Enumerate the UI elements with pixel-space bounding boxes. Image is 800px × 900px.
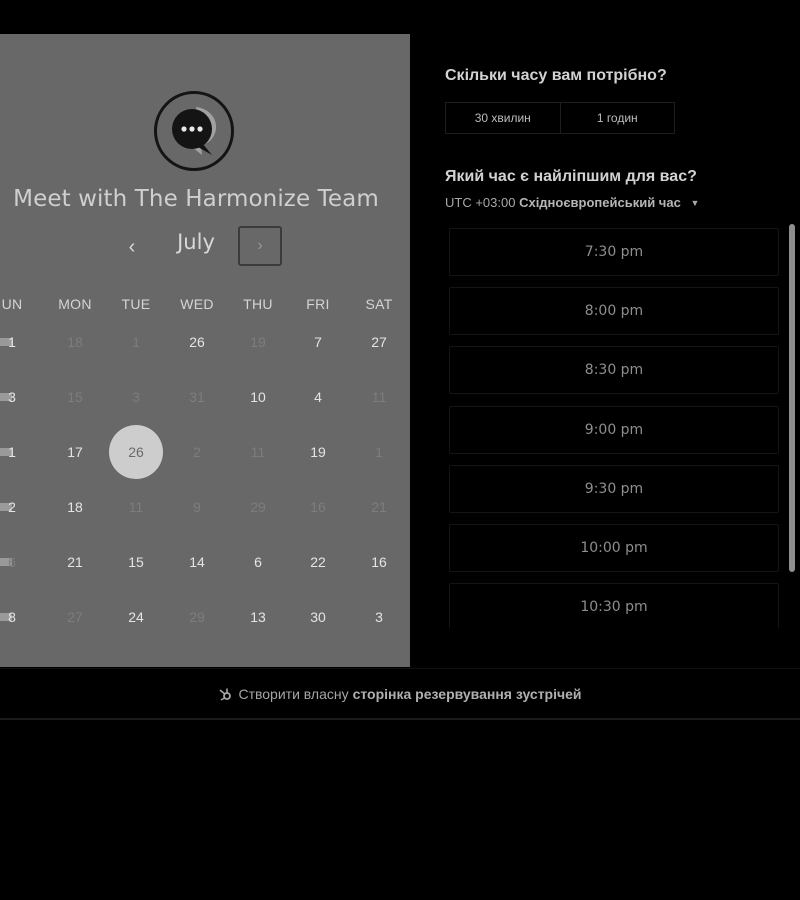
calendar-day: 11	[250, 444, 266, 460]
calendar-day: 16	[310, 499, 326, 515]
calendar-day: 1	[132, 334, 140, 350]
calendar-day[interactable]: 30	[291, 590, 345, 644]
calendar-day[interactable]: 1	[0, 315, 39, 369]
calendar-day[interactable]: 4	[291, 370, 345, 424]
calendar-day[interactable]: 7	[291, 315, 345, 369]
chevron-down-icon: ▼	[690, 198, 700, 208]
calendar-day[interactable]: 1	[0, 425, 39, 479]
footer-text: Створити власну	[238, 685, 349, 702]
calendar-day[interactable]: 18	[48, 480, 102, 534]
scrollbar-thumb[interactable]	[789, 224, 795, 572]
calendar-grid: UN MON TUE WED THU FRI SAT 1 18 1 26 19 7 27 3 15 3 31 10 4…	[0, 34, 410, 667]
calendar-day: 31	[189, 389, 205, 405]
calendar-day[interactable]: 6	[231, 535, 285, 589]
time-slot-button[interactable]: 10:30 pm	[449, 583, 779, 628]
footer: Створити власну сторінка резервування зу…	[0, 668, 800, 720]
calendar-day: 21	[371, 499, 387, 515]
weekday-label: UN	[1, 296, 23, 312]
timezone-name: Східноєвропейський час	[519, 195, 681, 210]
calendar-day: 1	[375, 444, 383, 460]
time-slot-button[interactable]: 7:30 pm	[449, 228, 779, 276]
calendar-day: 29	[250, 499, 266, 515]
duration-question: Скільки часу вам потрібно?	[445, 67, 667, 84]
calendar-day[interactable]: 3	[352, 590, 406, 644]
timezone-offset: UTC +03:00	[445, 195, 516, 210]
weekday-label: TUE	[121, 296, 151, 312]
duration-selector: 30 хвилин 1 годин	[445, 102, 675, 134]
calendar-day[interactable]: 3	[0, 370, 39, 424]
booking-pages-link[interactable]: сторінка резервування зустрічей	[353, 686, 582, 702]
calendar-day[interactable]: 10	[231, 370, 285, 424]
duration-30-button[interactable]: 30 хвилин	[446, 103, 560, 133]
calendar-day[interactable]: 26	[170, 315, 224, 369]
calendar-day: 27	[67, 609, 83, 625]
weekday-header-row: UN MON TUE WED THU FRI SAT	[0, 296, 410, 314]
calendar-day[interactable]: 19	[291, 425, 345, 479]
selected-day-cell[interactable]: 26	[109, 425, 163, 479]
time-slot-button[interactable]: 10:00 pm	[449, 524, 779, 572]
weekday-label: WED	[180, 296, 214, 312]
calendar-day[interactable]: 27	[352, 315, 406, 369]
calendar-day[interactable]: 15	[109, 535, 163, 589]
calendar-day: 2	[193, 444, 201, 460]
calendar-day[interactable]: 24	[109, 590, 163, 644]
time-slot-button[interactable]: 8:30 pm	[449, 346, 779, 395]
calendar-day: 9	[193, 499, 201, 515]
calendar-day[interactable]: 16	[352, 535, 406, 589]
time-slot-button[interactable]: 9:00 pm	[449, 405, 779, 454]
calendar-day: 3	[132, 389, 140, 405]
calendar-day: 19	[250, 334, 266, 350]
hubspot-sprocket-icon	[218, 687, 232, 701]
time-question: Який час є найліпшим для вас?	[445, 168, 697, 185]
time-slot-button[interactable]: 8:00 pm	[449, 287, 779, 336]
timezone-dropdown[interactable]: UTC +03:00 Східноєвропейський час ▼	[445, 195, 699, 210]
calendar-panel: Meet with The Harmonize Team ‹ July › UN…	[0, 34, 410, 667]
calendar-day: 6	[8, 554, 16, 570]
calendar-day: 11	[371, 389, 387, 405]
calendar-day[interactable]: 13	[231, 590, 285, 644]
calendar-day: 18	[67, 334, 83, 350]
time-slot-button[interactable]: 9:30 pm	[449, 464, 779, 513]
calendar-day[interactable]: 22	[291, 535, 345, 589]
weekday-label: SAT	[365, 296, 393, 312]
calendar-day[interactable]: 8	[0, 590, 39, 644]
calendar-day[interactable]: 21	[48, 535, 102, 589]
calendar-day[interactable]: 2	[0, 480, 39, 534]
calendar-day: 29	[189, 609, 205, 625]
calendar-day[interactable]: 14	[170, 535, 224, 589]
weekday-label: FRI	[306, 296, 330, 312]
duration-60-button[interactable]: 1 годин	[559, 103, 675, 133]
calendar-day: 11	[128, 499, 144, 515]
weekday-label: MON	[58, 296, 92, 312]
weekday-label: THU	[243, 296, 273, 312]
calendar-day: 15	[67, 389, 83, 405]
calendar-day[interactable]: 17	[48, 425, 102, 479]
time-slot-list[interactable]: 7:30 pm 8:00 pm 8:30 pm 9:00 pm 9:30 pm 10:00…	[449, 224, 781, 628]
